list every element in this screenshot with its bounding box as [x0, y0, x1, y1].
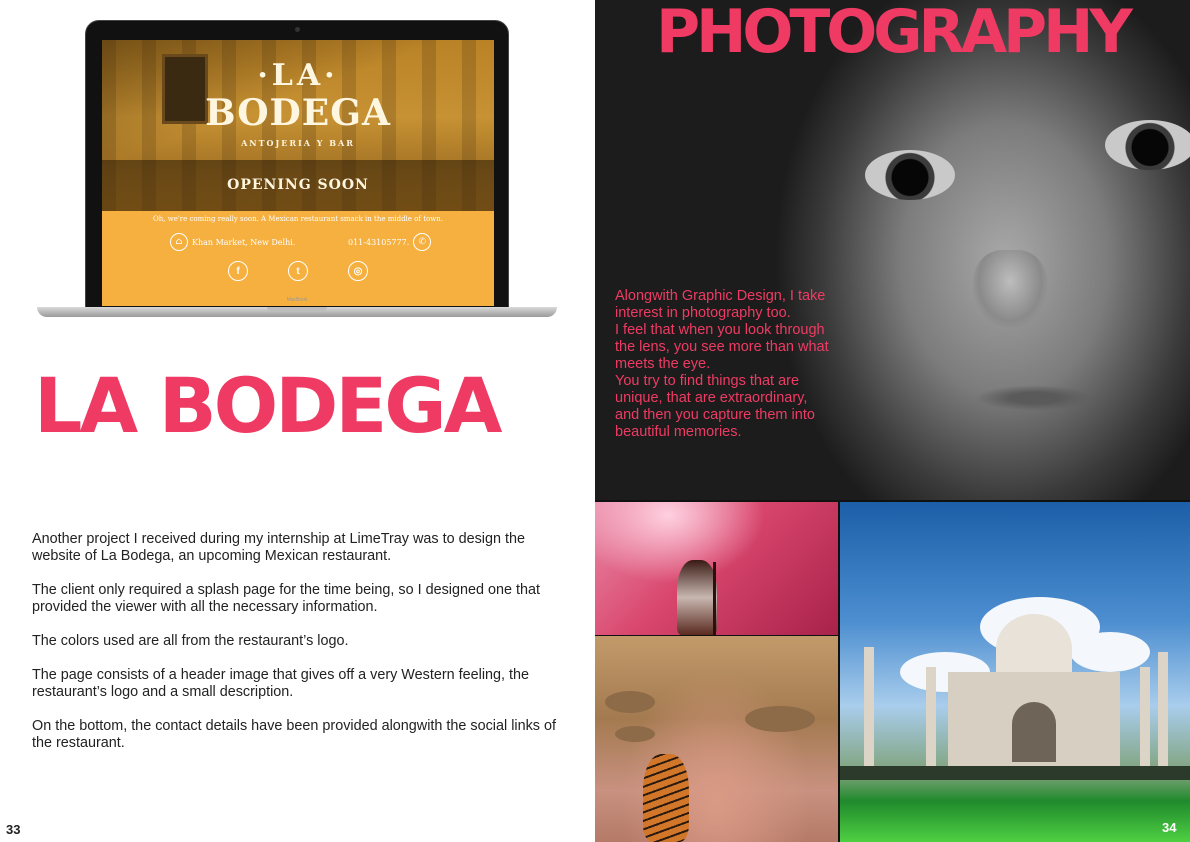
- social-links: f t ◎: [102, 261, 494, 281]
- taj-arch: [1012, 702, 1056, 762]
- header-image: ·LA· BODEGA ANTOJERIA Y BAR OPENING SOON: [102, 40, 494, 211]
- section-title: PHOTOGRAPHY: [656, 0, 1133, 67]
- singer-figure: [677, 560, 717, 635]
- nose-shape: [973, 250, 1047, 328]
- minaret: [864, 647, 874, 772]
- home-icon: ⌂: [170, 233, 188, 251]
- logo-bodega: BODEGA: [205, 92, 391, 134]
- logo-subtitle: ANTOJERIA Y BAR: [241, 138, 355, 148]
- twitter-icon[interactable]: t: [288, 261, 308, 281]
- right-page: PHOTOGRAPHY Alongwith Graphic Design, I …: [595, 0, 1190, 842]
- logo-la: ·LA·: [257, 58, 339, 93]
- cloud: [1070, 632, 1150, 672]
- device-label: MacBook: [286, 297, 308, 303]
- tiger-photo: [595, 636, 838, 842]
- minaret: [1158, 652, 1168, 772]
- rock: [745, 706, 815, 732]
- eye-shape: [865, 150, 955, 200]
- eye-shape: [1105, 120, 1190, 170]
- opening-soon-text: OPENING SOON: [227, 177, 369, 193]
- minaret: [1140, 667, 1150, 772]
- paragraph: Another project I received during my int…: [32, 531, 525, 564]
- laptop-lid: ·LA· BODEGA ANTOJERIA Y BAR OPENING SOON…: [85, 20, 509, 308]
- tiger-figure: [643, 754, 689, 842]
- page-title: LA BODEGA: [34, 361, 502, 450]
- phone-icon: ✆: [413, 233, 432, 251]
- phone-block: 011-43105777. ✆: [348, 233, 432, 251]
- paragraph: On the bottom, the contact details have …: [32, 718, 556, 751]
- singer-photo: [595, 502, 838, 635]
- website-splash-screen: ·LA· BODEGA ANTOJERIA Y BAR OPENING SOON…: [102, 40, 494, 306]
- photography-description: Alongwith Graphic Design, I take interes…: [615, 288, 829, 440]
- rock: [615, 726, 655, 742]
- project-description: Another project I received during my int…: [32, 531, 562, 769]
- mic-stand: [713, 562, 716, 635]
- crowd-strip: [840, 766, 1190, 780]
- phone-text: 011-43105777.: [348, 237, 410, 247]
- page-number: 34: [1162, 820, 1177, 835]
- mouth-shape: [975, 385, 1095, 411]
- left-page: ·LA· BODEGA ANTOJERIA Y BAR OPENING SOON…: [0, 0, 595, 842]
- facebook-icon[interactable]: f: [228, 261, 248, 281]
- paragraph: The client only required a splash page f…: [32, 582, 540, 615]
- paragraph: The page consists of a header image that…: [32, 667, 530, 700]
- minaret: [926, 667, 936, 772]
- instagram-icon[interactable]: ◎: [348, 261, 368, 281]
- address-block: ⌂ Khan Market, New Delhi.: [170, 233, 295, 251]
- contact-band: Oh, we're coming really soon. A Mexican …: [102, 211, 494, 306]
- camera-icon: [295, 27, 300, 32]
- taj-mahal-photo: [840, 502, 1190, 842]
- laptop-notch: [267, 307, 327, 311]
- tagline: Oh, we're coming really soon. A Mexican …: [153, 215, 443, 223]
- address-text: Khan Market, New Delhi.: [192, 237, 296, 247]
- laptop-mockup: ·LA· BODEGA ANTOJERIA Y BAR OPENING SOON…: [37, 20, 557, 320]
- page-number: 33: [6, 822, 21, 837]
- paragraph: The colors used are all from the restaur…: [32, 633, 349, 649]
- rock: [605, 691, 655, 713]
